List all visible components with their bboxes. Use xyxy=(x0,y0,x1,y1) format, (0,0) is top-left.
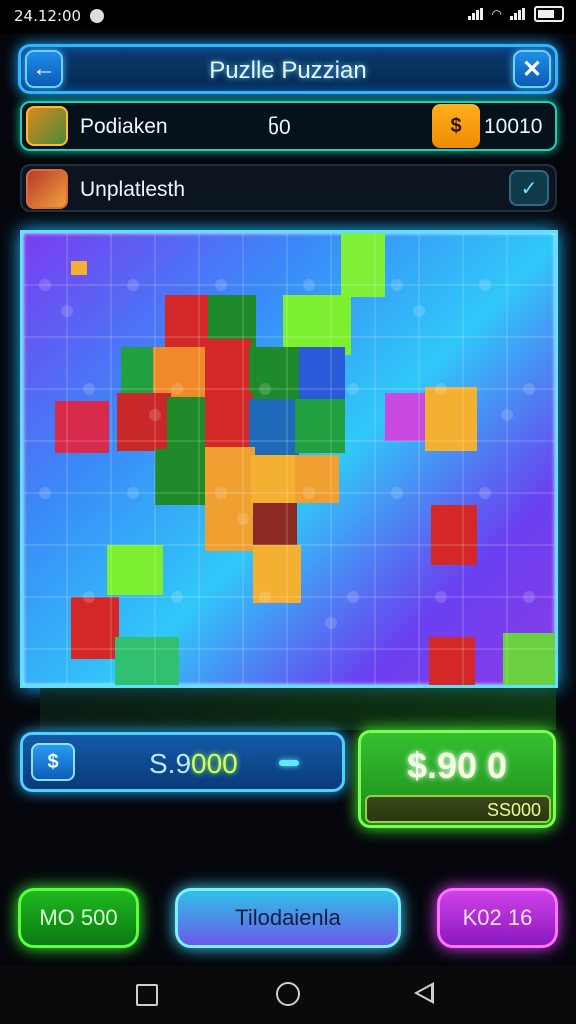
avatar xyxy=(26,106,68,146)
puzzle-piece[interactable] xyxy=(253,503,297,547)
puzzle-piece[interactable] xyxy=(341,233,385,297)
puzzle-piece[interactable] xyxy=(249,347,299,399)
check-icon: ✓ xyxy=(520,177,538,200)
puzzle-board[interactable] xyxy=(20,230,558,688)
score-sub-value: SS000 xyxy=(486,800,541,820)
right-action-button[interactable]: K02 16 xyxy=(437,888,558,948)
score-left-digits: 000 xyxy=(191,748,238,779)
left-action-button[interactable]: MO 500 xyxy=(18,888,139,948)
puzzle-piece[interactable] xyxy=(205,505,253,551)
score-sub-bar: SS000 xyxy=(365,795,551,823)
minus-icon[interactable] xyxy=(279,760,299,766)
puzzle-piece[interactable] xyxy=(205,447,255,507)
task-row[interactable]: Unplatlesth ✓ xyxy=(20,164,557,212)
puzzle-piece[interactable] xyxy=(205,393,253,453)
puzzle-pieces[interactable] xyxy=(23,233,555,685)
puzzle-piece-group[interactable] xyxy=(55,233,555,685)
coin-balance: 10010 xyxy=(484,115,543,138)
close-icon: ✕ xyxy=(521,55,543,83)
check-button[interactable]: ✓ xyxy=(509,170,549,206)
score-left-prefix: S.9 xyxy=(149,748,192,779)
puzzle-piece[interactable] xyxy=(115,637,179,685)
player-level: ნ0 xyxy=(268,116,291,139)
board-reflection xyxy=(40,688,556,730)
puzzle-piece[interactable] xyxy=(295,455,339,503)
center-action-button[interactable]: Tilodaienla xyxy=(175,888,401,948)
puzzle-piece[interactable] xyxy=(385,393,429,441)
signal-icon xyxy=(467,8,484,20)
task-label: Unplatlesth xyxy=(80,178,186,201)
puzzle-piece[interactable] xyxy=(431,505,477,565)
puzzle-piece[interactable] xyxy=(71,597,119,659)
home-icon[interactable] xyxy=(276,982,300,1006)
puzzle-piece[interactable] xyxy=(249,399,299,455)
score-left-value: S.9000 xyxy=(149,748,238,780)
puzzle-piece[interactable] xyxy=(167,397,211,455)
score-panel-right: $.90 0 SS000 xyxy=(358,730,556,828)
status-icons: ◠ xyxy=(467,6,564,22)
player-name: Podiaken xyxy=(80,115,168,138)
puzzle-piece[interactable] xyxy=(117,393,171,451)
puzzle-piece[interactable] xyxy=(295,399,345,453)
player-row[interactable]: Podiaken ნ0 $ 10010 xyxy=(20,101,557,151)
header-bar: ← Puzlle Puzzian ✕ xyxy=(18,44,558,94)
puzzle-piece[interactable] xyxy=(71,261,87,275)
wifi-icon: ◠ xyxy=(491,7,502,21)
status-time: 24.12:00 xyxy=(14,7,82,25)
puzzle-piece[interactable] xyxy=(205,339,251,395)
back-nav-icon[interactable] xyxy=(414,982,434,1004)
battery-icon xyxy=(534,6,564,22)
close-button[interactable]: ✕ xyxy=(513,50,551,88)
page-title: Puzlle Puzzian xyxy=(209,57,367,84)
puzzle-piece[interactable] xyxy=(55,401,109,453)
task-avatar xyxy=(26,169,68,209)
puzzle-piece[interactable] xyxy=(429,637,475,685)
puzzle-piece[interactable] xyxy=(503,633,555,685)
puzzle-piece[interactable] xyxy=(283,295,351,355)
score-panel-left: $ S.9000 xyxy=(20,732,345,792)
puzzle-piece[interactable] xyxy=(299,347,345,407)
score-right-value: $.90 0 xyxy=(406,745,508,786)
dollar-icon[interactable]: $ xyxy=(31,743,75,781)
signal-icon-2 xyxy=(510,8,526,20)
puzzle-piece[interactable] xyxy=(251,455,295,505)
recents-icon[interactable] xyxy=(136,984,158,1006)
coin-icon: $ xyxy=(432,104,480,148)
notification-dot-icon xyxy=(90,9,104,23)
status-bar: 24.12:00 ◠ xyxy=(0,0,576,34)
